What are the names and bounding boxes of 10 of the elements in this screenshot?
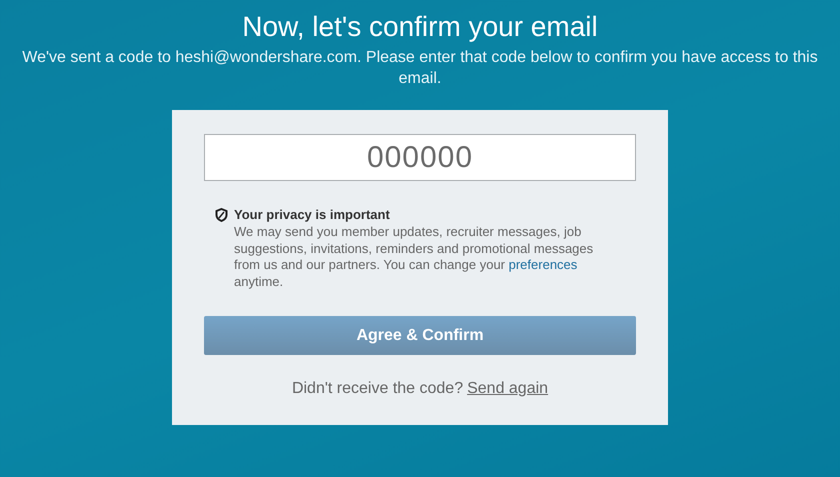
resend-prompt: Didn't receive the code? [292,380,464,398]
shield-icon [215,208,228,222]
confirm-button[interactable]: Agree & Confirm [204,316,636,355]
privacy-title: Your privacy is important [234,207,391,223]
page-title: Now, let's confirm your email [242,10,598,44]
preferences-link[interactable]: preferences [508,257,578,272]
code-field[interactable]: 000000 [204,134,636,181]
instruction-text: We've sent a code to heshi@wondershare.com. Please enter that code below to confirm you have access to this email. [21,48,819,89]
privacy-text: We may send you member updates, recruiter messages, job suggestions, invitations, reminders and promotional messages from us and our partners. You can change your preferences anytime. [234,224,594,290]
send-again-link[interactable]: Send again [467,380,548,398]
